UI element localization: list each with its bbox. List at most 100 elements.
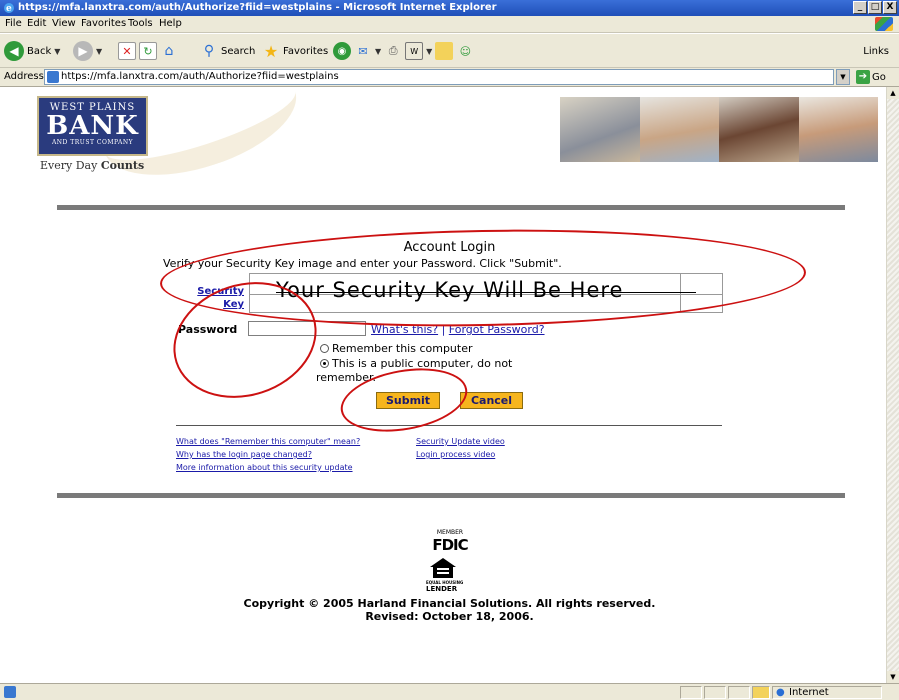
photo-woman bbox=[639, 97, 719, 162]
submit-button[interactable]: Submit bbox=[376, 392, 440, 409]
toolbar: ◀ Back ▼ ▶ ▼ ✕ ↻ ⌂ ⚲ Search ★ Favorites … bbox=[0, 34, 899, 68]
equal-housing-lender: EQUAL HOUSING LENDER bbox=[426, 580, 463, 593]
page-status-icon bbox=[4, 686, 16, 698]
menu-view[interactable]: View bbox=[52, 18, 76, 29]
menu-edit[interactable]: Edit bbox=[27, 18, 46, 29]
public-computer-option[interactable]: This is a public computer, do not bbox=[320, 357, 512, 370]
minimize-button[interactable]: _ bbox=[853, 1, 867, 14]
forgot-password-link[interactable]: Forgot Password? bbox=[449, 323, 545, 336]
address-bar: Address https://mfa.lanxtra.com/auth/Aut… bbox=[0, 68, 899, 87]
links-button[interactable]: Links bbox=[863, 46, 889, 57]
security-key-image: Your Security Key Will Be Here bbox=[249, 273, 723, 313]
help-link-remember[interactable]: What does "Remember this computer" mean? bbox=[176, 437, 360, 446]
public-computer-label: This is a public computer, do not bbox=[332, 357, 513, 370]
password-links: What's this? | Forgot Password? bbox=[371, 323, 545, 336]
title-bar: e https://mfa.lanxtra.com/auth/Authorize… bbox=[0, 0, 899, 16]
home-icon[interactable]: ⌂ bbox=[160, 42, 178, 60]
menu-file[interactable]: File bbox=[5, 18, 22, 29]
search-button[interactable]: ⚲ Search bbox=[200, 40, 256, 62]
help-divider bbox=[176, 425, 722, 426]
bank-logo[interactable]: WEST PLAINS BANK AND TRUST COMPANY bbox=[37, 96, 148, 156]
search-label: Search bbox=[221, 45, 256, 57]
bank-logo-line2: BANK bbox=[46, 111, 139, 141]
login-instructions: Verify your Security Key image and enter… bbox=[163, 257, 562, 270]
status-cell-1 bbox=[680, 686, 702, 699]
address-input[interactable]: https://mfa.lanxtra.com/auth/Authorize?f… bbox=[44, 69, 834, 85]
edit-dropdown-icon[interactable]: ▼ bbox=[426, 47, 432, 56]
security-key-link[interactable]: Security Key bbox=[180, 285, 244, 311]
login-title: Account Login bbox=[403, 240, 496, 255]
stop-icon[interactable]: ✕ bbox=[118, 42, 136, 60]
status-cell-3 bbox=[728, 686, 750, 699]
help-link-more-info[interactable]: More information about this security upd… bbox=[176, 463, 353, 472]
link-separator: | bbox=[441, 323, 446, 336]
scroll-down-icon[interactable]: ▼ bbox=[887, 671, 899, 683]
scroll-up-icon[interactable]: ▲ bbox=[887, 87, 899, 99]
address-dropdown-icon[interactable]: ▼ bbox=[836, 69, 850, 85]
bottom-divider bbox=[57, 493, 845, 498]
back-dropdown-icon[interactable]: ▼ bbox=[54, 47, 60, 56]
fdic-member: MEMBER bbox=[436, 529, 464, 536]
remember-label: Remember this computer bbox=[332, 342, 473, 355]
windows-flag-icon bbox=[875, 17, 893, 31]
password-label: Password bbox=[178, 323, 238, 336]
back-label: Back bbox=[27, 45, 52, 57]
refresh-icon[interactable]: ↻ bbox=[139, 42, 157, 60]
go-arrow-icon: ➔ bbox=[856, 70, 870, 84]
copyright-block: Copyright © 2005 Harland Financial Solut… bbox=[0, 597, 886, 623]
favorites-star-icon: ★ bbox=[263, 41, 279, 61]
forward-dropdown-icon[interactable]: ▼ bbox=[96, 47, 102, 56]
menu-tools[interactable]: Tools bbox=[128, 18, 153, 29]
help-link-login-video[interactable]: Login process video bbox=[416, 450, 495, 459]
menu-bar: File Edit View Favorites Tools Help bbox=[0, 16, 899, 33]
globe-icon: ● bbox=[776, 687, 785, 698]
tagline-prefix: Every Day bbox=[40, 159, 101, 172]
edit-icon[interactable]: W bbox=[405, 42, 424, 60]
public-computer-label-cont: remember. bbox=[316, 371, 377, 384]
key-box-vline bbox=[680, 274, 681, 312]
header-photo-strip bbox=[560, 97, 878, 162]
photo-man bbox=[560, 97, 640, 162]
page-icon bbox=[47, 71, 59, 83]
help-link-page-changed[interactable]: Why has the login page changed? bbox=[176, 450, 312, 459]
remember-radio[interactable] bbox=[320, 344, 329, 353]
password-field[interactable] bbox=[248, 321, 366, 336]
page-viewport: WEST PLAINS BANK AND TRUST COMPANY Every… bbox=[0, 87, 886, 683]
back-arrow-icon: ◀ bbox=[4, 41, 24, 61]
vertical-scrollbar[interactable]: ▲ ▼ bbox=[886, 87, 899, 683]
security-key-link-line2: Key bbox=[223, 299, 244, 310]
maximize-button[interactable]: □ bbox=[868, 1, 882, 14]
status-bar: ● Internet bbox=[0, 683, 899, 700]
messenger-icon[interactable]: ☺ bbox=[456, 42, 474, 60]
security-key-text: Your Security Key Will Be Here bbox=[276, 278, 624, 302]
mail-dropdown-icon[interactable]: ▼ bbox=[375, 47, 381, 56]
help-link-security-video[interactable]: Security Update video bbox=[416, 437, 505, 446]
bank-tagline: Every Day Counts bbox=[40, 159, 144, 172]
go-button[interactable]: ➔ Go bbox=[856, 70, 886, 84]
security-key-link-line1: Security bbox=[197, 286, 244, 297]
menu-help[interactable]: Help bbox=[159, 18, 182, 29]
svg-text:e: e bbox=[6, 4, 12, 14]
lock-icon bbox=[752, 686, 770, 699]
public-computer-radio[interactable] bbox=[320, 359, 329, 368]
forward-arrow-icon: ▶ bbox=[73, 41, 93, 61]
photo-graduates bbox=[798, 97, 878, 162]
remember-option[interactable]: Remember this computer bbox=[320, 342, 473, 355]
close-button[interactable]: X bbox=[883, 1, 897, 14]
print-icon[interactable]: ⎙ bbox=[384, 42, 402, 60]
zone-label: Internet bbox=[789, 687, 829, 698]
favorites-button[interactable]: ★ Favorites bbox=[262, 40, 328, 62]
ie-icon: e bbox=[4, 3, 14, 14]
menu-favorites[interactable]: Favorites bbox=[81, 18, 126, 29]
lender-text: LENDER bbox=[426, 585, 458, 593]
cancel-button[interactable]: Cancel bbox=[460, 392, 523, 409]
media-icon[interactable]: ◉ bbox=[333, 42, 351, 60]
key-strike-line bbox=[276, 292, 696, 293]
back-button[interactable]: ◀ Back ▼ bbox=[4, 40, 60, 62]
folder-icon[interactable] bbox=[435, 42, 454, 60]
address-label: Address bbox=[4, 71, 44, 82]
whats-this-link[interactable]: What's this? bbox=[371, 323, 438, 336]
bank-logo-line3: AND TRUST COMPANY bbox=[51, 139, 134, 146]
mail-icon[interactable]: ✉ bbox=[354, 42, 372, 60]
forward-button[interactable]: ▶ ▼ bbox=[73, 40, 102, 62]
